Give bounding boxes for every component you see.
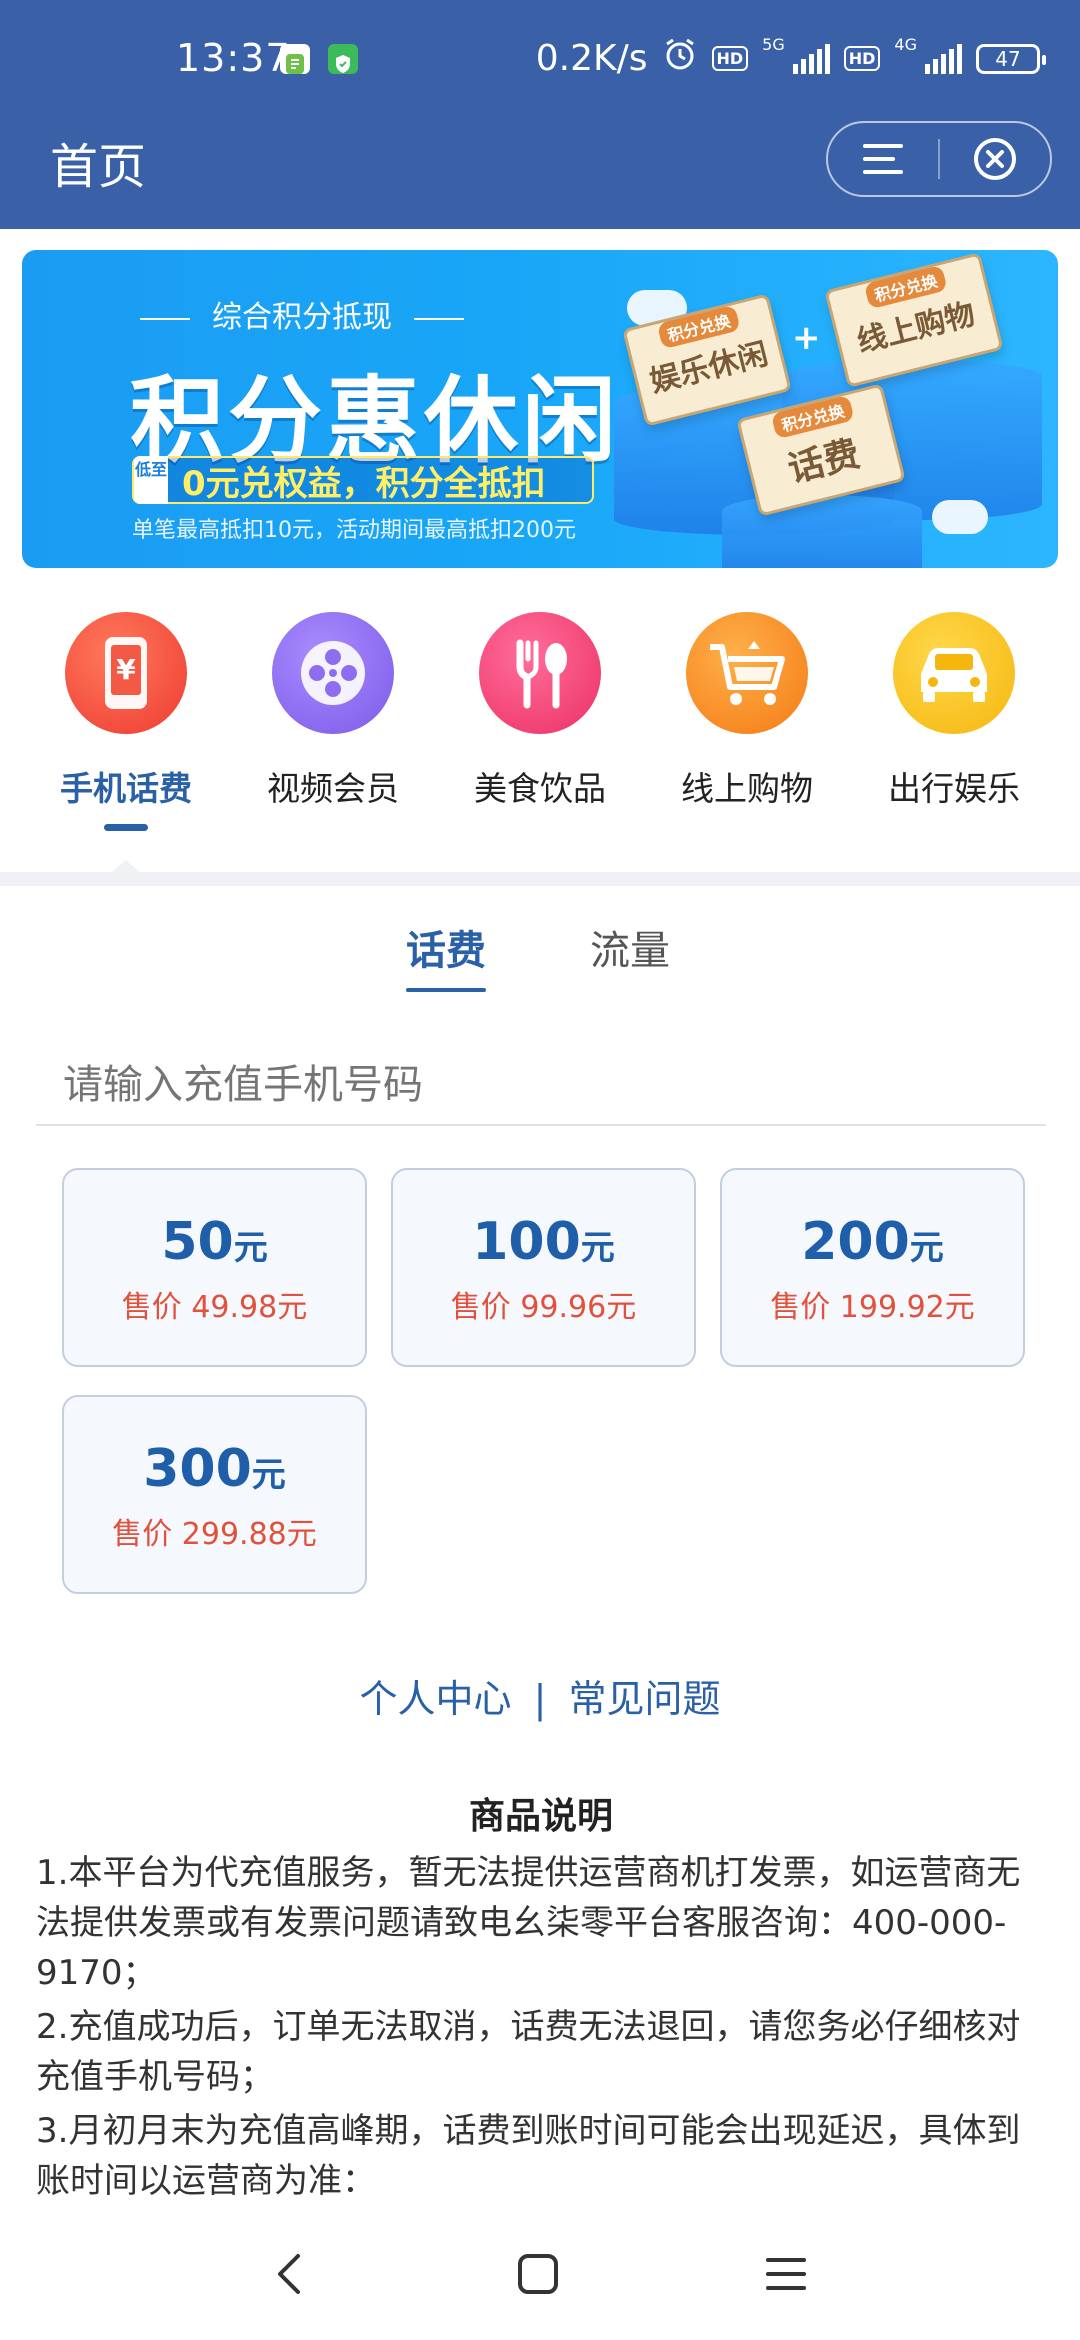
top-bar: 13:37 0.2K/s HD 5G HD 4G 47 首页 [0,0,1080,229]
banner-note: 单笔最高抵扣10元，活动期间最高抵扣200元 [132,518,576,543]
mini-program-capsule [826,121,1052,197]
description-item: 1.本平台为代充值服务，暂无法提供运营商机打发票，如运营商无法提供发票或有发票问… [36,1853,1021,1993]
category-video[interactable]: 视频会员 [243,612,423,810]
section-divider [0,872,1080,886]
close-button[interactable] [940,121,1050,197]
category-label: 美食饮品 [474,769,606,808]
tab-label: 流量 [590,928,670,974]
option-amount: 50元 [161,1212,268,1272]
faq-link[interactable]: 常见问题 [569,1677,721,1721]
footer-links: 个人中心 | 常见问题 [0,1668,1080,1723]
film-reel-icon [272,612,394,734]
recharge-option-300[interactable]: 300元 售价 299.88元 [62,1395,367,1594]
hd-badge-1: HD [711,46,749,71]
input-underline [36,1124,1046,1126]
tab-label: 话费 [406,928,486,974]
active-indicator [104,824,148,831]
page-title: 首页 [50,139,147,195]
home-icon [518,2254,558,2294]
personal-center-link[interactable]: 个人中心 [359,1677,511,1721]
recents-button[interactable] [764,2250,808,2302]
phone-yuan-icon: ¥ [65,612,187,734]
category-food[interactable]: 美食饮品 [450,612,630,810]
recharge-tabs: 话费 流量 [0,918,1080,998]
alarm-icon [662,36,698,81]
option-price: 售价 199.92元 [770,1290,975,1325]
network-type-2: 4G [894,35,917,54]
signal-icon-1 [792,43,830,74]
category-label: 手机话费 [60,769,192,808]
category-label: 线上购物 [681,769,813,808]
banner-tag: 低至 [134,456,168,504]
option-price: 售价 49.98元 [121,1290,308,1325]
hd-badge-2: HD [843,46,881,71]
description-item: 3.月初月末为充值高峰期，话费到账时间可能会出现延迟，具体到账时间以运营商为准： [36,2111,1021,2201]
recharge-option-200[interactable]: 200元 售价 199.92元 [720,1168,1025,1367]
menu-icon [863,144,903,174]
banner-highlight: 低至 0元兑权益，积分全抵扣 [132,456,594,504]
tab-phone-bill[interactable]: 话费 [406,918,486,992]
category-nav: ¥ 手机话费 视频会员 美食饮品 线上购物 出行娱乐 [0,612,1080,866]
system-nav-bar [0,2212,1080,2340]
description-title: 商品说明 [468,1796,613,1837]
category-travel[interactable]: 出行娱乐 [864,612,1044,810]
network-speed: 0.2K/s [535,38,648,79]
banner-plus: + [792,318,821,358]
cloud-icon [932,500,988,534]
product-description: 商品说明 1.本平台为代充值服务，暂无法提供运营商机打发票，如运营商无法提供发票… [36,1792,1046,2210]
category-label: 出行娱乐 [888,769,1020,808]
fork-spoon-icon [479,612,601,734]
description-item: 2.充值成功后，订单无法取消，话费无法退回，请您务必仔细核对充值手机号码； [36,2007,1021,2097]
signal-icon-2 [925,43,962,74]
back-icon [278,2254,300,2294]
shopping-cart-icon [686,612,808,734]
option-price: 售价 299.88元 [112,1517,317,1552]
banner-highlight-text: 0元兑权益，积分全抵扣 [182,463,546,504]
tab-data[interactable]: 流量 [590,918,670,976]
app-notification-icon [280,44,310,74]
option-price: 售价 99.96元 [450,1290,637,1325]
status-time: 13:37 [176,36,291,80]
security-notification-icon [328,44,358,74]
recents-menu-icon [766,2258,806,2290]
option-amount: 100元 [472,1212,615,1272]
banner-subtitle: 综合积分抵现 [22,292,582,336]
home-button[interactable] [516,2250,560,2302]
car-icon [893,612,1015,734]
promo-banner[interactable]: 综合积分抵现 积分惠休闲 低至 0元兑权益，积分全抵扣 单笔最高抵扣10元，活动… [22,250,1058,568]
status-right: 0.2K/s HD 5G HD 4G 47 [535,35,1046,81]
recharge-option-100[interactable]: 100元 售价 99.96元 [391,1168,696,1367]
option-amount: 300元 [143,1439,286,1499]
status-bar: 13:37 0.2K/s HD 5G HD 4G 47 [0,30,1080,90]
network-type-1: 5G [762,35,785,54]
recharge-option-50[interactable]: 50元 售价 49.98元 [62,1168,367,1367]
category-phone-bill[interactable]: ¥ 手机话费 [36,612,216,831]
phone-number-input[interactable] [36,1040,1046,1126]
close-icon [973,138,1016,180]
back-button[interactable] [270,2250,310,2302]
podium-shape [722,495,922,568]
svg-text:¥: ¥ [116,653,136,686]
tab-underline [406,988,486,992]
category-shopping[interactable]: 线上购物 [657,612,837,810]
battery-indicator: 47 [976,43,1046,74]
option-amount: 200元 [801,1212,944,1272]
link-divider: | [533,1677,547,1721]
category-label: 视频会员 [267,769,399,808]
menu-button[interactable] [828,121,938,197]
